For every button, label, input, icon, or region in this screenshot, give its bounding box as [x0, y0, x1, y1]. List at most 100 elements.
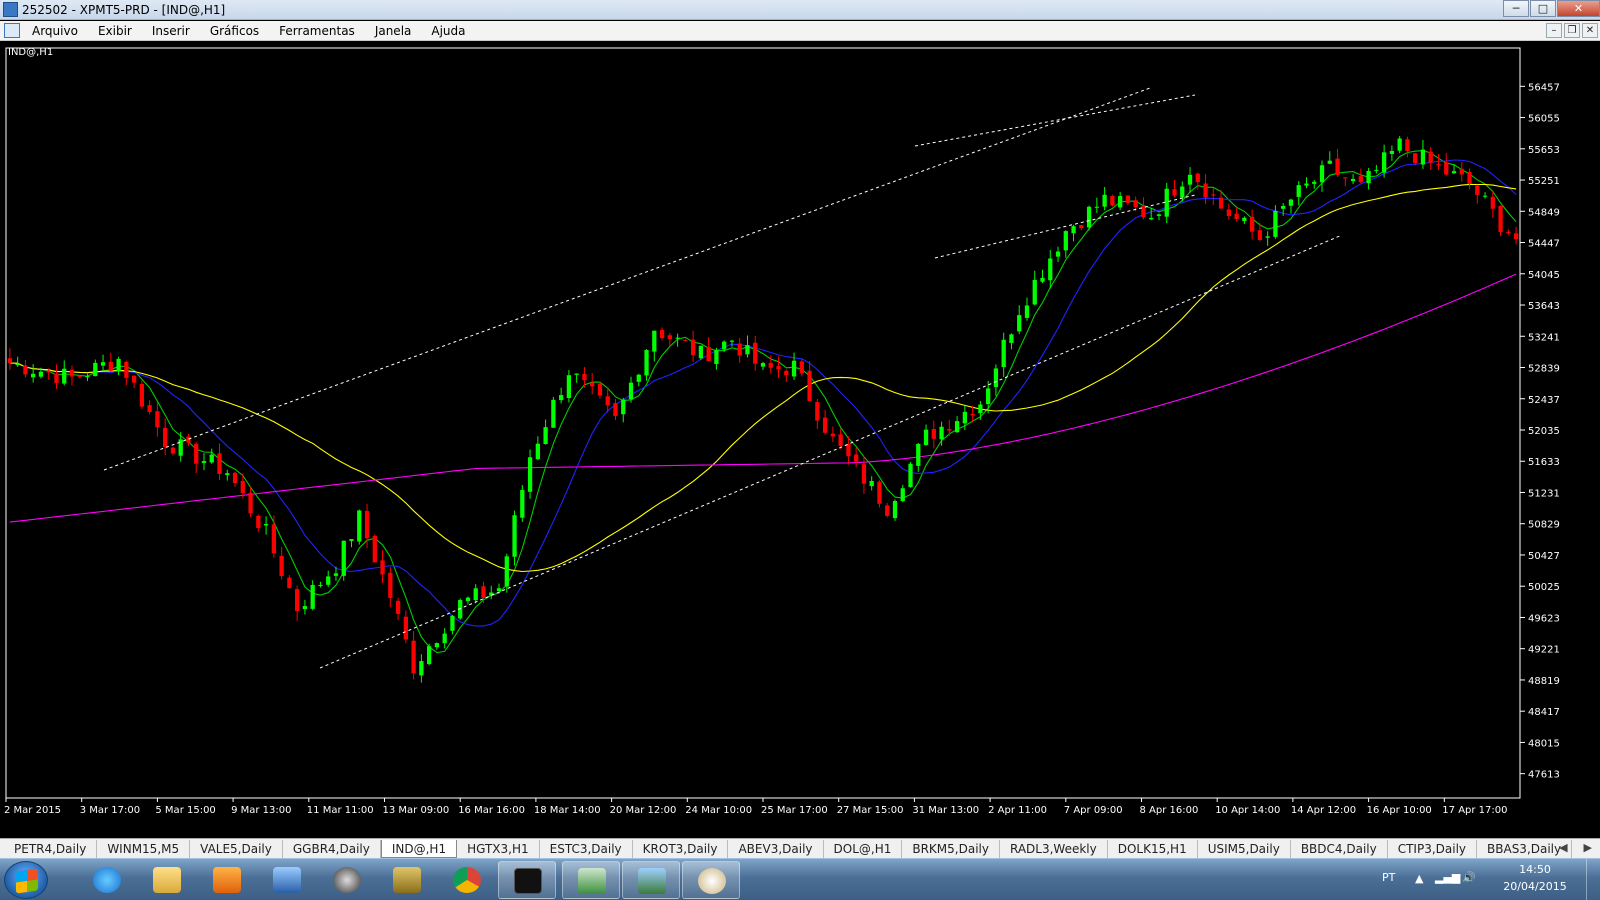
candle-body[interactable] — [419, 661, 424, 676]
candle-body[interactable] — [1164, 188, 1169, 217]
candle-body[interactable] — [1017, 315, 1022, 332]
candle-body[interactable] — [1343, 177, 1348, 179]
symbol-tab[interactable]: KROT3,Daily — [633, 840, 729, 858]
candle-body[interactable] — [1312, 181, 1317, 184]
candle-body[interactable] — [1257, 230, 1263, 240]
candle-body[interactable] — [318, 584, 323, 586]
candle-body[interactable] — [613, 403, 618, 417]
candle-body[interactable] — [1211, 194, 1216, 196]
clock-time[interactable]: 14:50 — [1500, 863, 1570, 876]
candle-body[interactable] — [900, 488, 905, 502]
candle-body[interactable] — [1459, 168, 1464, 175]
candle-body[interactable] — [605, 396, 610, 406]
candle-body[interactable] — [116, 358, 121, 372]
candle-body[interactable] — [473, 588, 478, 601]
candle-body[interactable] — [15, 363, 20, 366]
candle-body[interactable] — [628, 382, 634, 400]
candle-body[interactable] — [621, 399, 626, 415]
candle-body[interactable] — [1125, 195, 1131, 203]
candle-body[interactable] — [1374, 169, 1379, 171]
candle-body[interactable] — [1195, 173, 1200, 183]
candle-body[interactable] — [388, 572, 393, 598]
candle-body[interactable] — [659, 329, 665, 339]
candle-body[interactable] — [1350, 178, 1356, 182]
chrome-icon[interactable] — [438, 861, 496, 899]
candle-body[interactable] — [1024, 305, 1030, 318]
menu-ferramentas[interactable]: Ferramentas — [269, 24, 365, 38]
candle-body[interactable] — [854, 454, 859, 462]
candle-body[interactable] — [683, 340, 688, 342]
chart-restore-button[interactable]: ❐ — [1564, 23, 1580, 38]
candle-body[interactable] — [85, 376, 90, 378]
menu-graficos[interactable]: Gráficos — [200, 24, 269, 38]
symbol-tab[interactable]: ABEV3,Daily — [728, 840, 824, 858]
candle-body[interactable] — [481, 586, 486, 598]
candle-body[interactable] — [326, 576, 331, 585]
candle-body[interactable] — [590, 382, 595, 387]
candle-body[interactable] — [1436, 164, 1441, 166]
candle-body[interactable] — [225, 473, 230, 476]
candle-body[interactable] — [986, 388, 991, 405]
candle-body[interactable] — [380, 560, 385, 575]
candle-body[interactable] — [240, 480, 245, 493]
candle-body[interactable] — [1242, 217, 1247, 222]
candle-body[interactable] — [706, 347, 711, 362]
price-chart[interactable]: 56457 56055 55653 55251 54849 54447 54045 53643… — [0, 42, 1600, 838]
candle-body[interactable] — [31, 373, 36, 378]
candle-body[interactable] — [178, 439, 183, 456]
candle-body[interactable] — [357, 510, 362, 542]
candle-body[interactable] — [1156, 214, 1162, 216]
candle-body[interactable] — [1110, 196, 1115, 206]
candle-body[interactable] — [93, 362, 98, 377]
menu-arquivo[interactable]: Arquivo — [22, 24, 88, 38]
candle-body[interactable] — [1149, 217, 1154, 220]
candle-body[interactable] — [1009, 334, 1014, 343]
candle-body[interactable] — [1467, 171, 1472, 184]
candle-body[interactable] — [908, 463, 913, 488]
candle-body[interactable] — [1226, 209, 1231, 217]
network-app-icon[interactable] — [258, 861, 316, 899]
candle-body[interactable] — [822, 417, 828, 433]
symbol-tab[interactable]: USIM5,Daily — [1198, 840, 1291, 858]
candle-body[interactable] — [1451, 171, 1457, 174]
volume-icon[interactable]: 🔊 — [1462, 871, 1476, 884]
candle-body[interactable] — [232, 472, 238, 483]
candle-body[interactable] — [1048, 258, 1053, 281]
candle-body[interactable] — [1079, 225, 1084, 229]
tab-next-button[interactable]: ▶ — [1584, 841, 1592, 854]
minimize-button[interactable]: ─ — [1503, 0, 1529, 17]
tray-expand-icon[interactable]: ▲ — [1415, 872, 1423, 885]
candle-body[interactable] — [512, 515, 517, 557]
candle-body[interactable] — [1273, 210, 1278, 237]
candle-body[interactable] — [582, 374, 587, 381]
candle-body[interactable] — [427, 646, 432, 665]
candle-body[interactable] — [807, 370, 812, 401]
candle-body[interactable] — [838, 434, 843, 446]
candle-body[interactable] — [1001, 339, 1006, 368]
candle-body[interactable] — [574, 373, 579, 375]
candle-body[interactable] — [939, 426, 944, 440]
candle-body[interactable] — [644, 350, 649, 376]
candle-body[interactable] — [77, 376, 82, 378]
candle-body[interactable] — [916, 443, 921, 466]
candle-body[interactable] — [271, 524, 276, 554]
candle-body[interactable] — [1172, 189, 1177, 196]
candle-body[interactable] — [737, 343, 742, 356]
symbol-tab[interactable]: PETR4,Daily — [4, 840, 98, 858]
trend-line[interactable] — [319, 234, 1343, 669]
chart-minimize-button[interactable]: – — [1546, 23, 1562, 38]
candle-body[interactable] — [69, 369, 75, 377]
candle-body[interactable] — [1032, 279, 1037, 305]
candle-body[interactable] — [1118, 196, 1123, 208]
candle-body[interactable] — [100, 362, 106, 366]
candle-body[interactable] — [1304, 183, 1309, 186]
candle-body[interactable] — [23, 365, 28, 375]
candle-body[interactable] — [1063, 231, 1068, 251]
candle-body[interactable] — [861, 464, 867, 484]
file-explorer-icon[interactable] — [138, 861, 196, 899]
candle-body[interactable] — [1203, 183, 1208, 198]
candle-body[interactable] — [1413, 153, 1418, 164]
candle-body[interactable] — [784, 370, 789, 376]
candle-body[interactable] — [760, 363, 766, 367]
candle-body[interactable] — [1475, 185, 1480, 195]
